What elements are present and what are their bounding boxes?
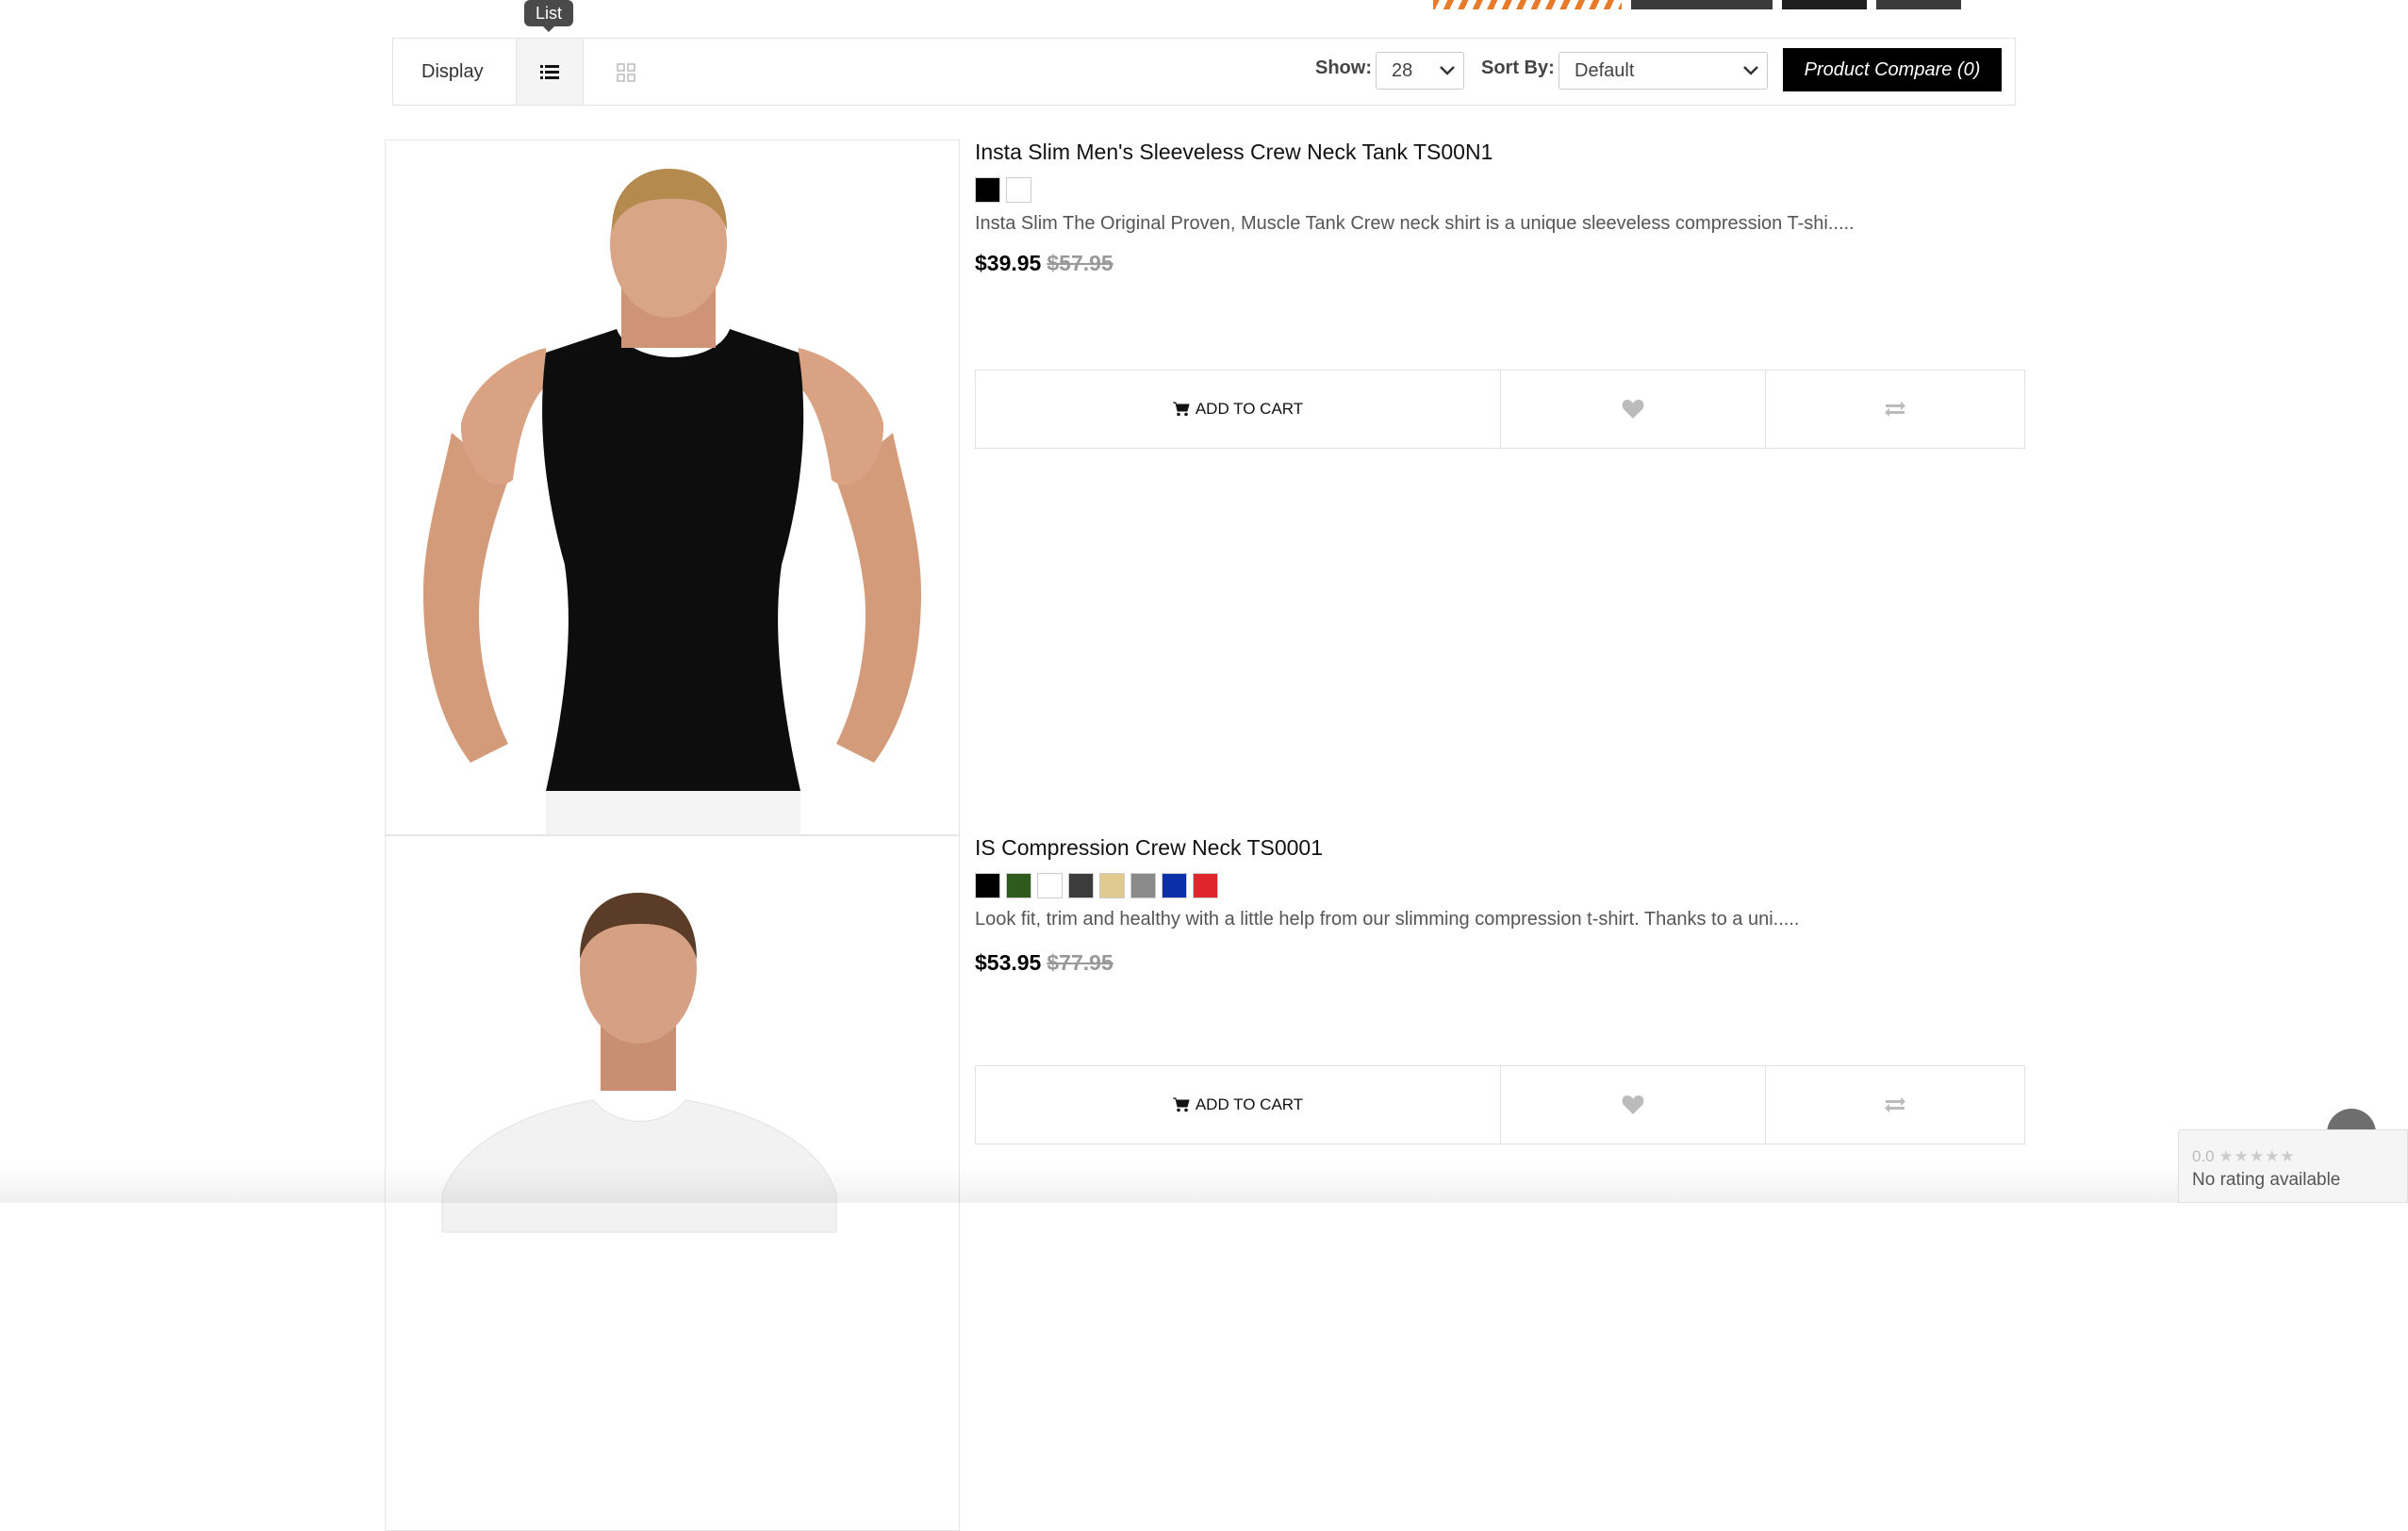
divider xyxy=(583,39,584,105)
color-swatch-red[interactable] xyxy=(1193,873,1218,898)
list-icon xyxy=(540,65,559,79)
old-price: $77.95 xyxy=(1047,950,1113,975)
current-price: $39.95 xyxy=(975,251,1042,275)
color-swatch-white[interactable] xyxy=(1037,873,1063,898)
color-swatch-grey[interactable] xyxy=(1130,873,1156,898)
compare-icon xyxy=(1885,1097,1905,1112)
heart-icon xyxy=(1622,1095,1644,1114)
product-photo-tank xyxy=(386,140,959,834)
chevron-down-icon xyxy=(1743,66,1758,75)
product-compare-button[interactable]: Product Compare (0) xyxy=(1783,48,2002,91)
sort-by-value: Default xyxy=(1575,60,1635,81)
product-description: Look fit, trim and healthy with a little… xyxy=(975,909,1800,930)
add-to-compare-button[interactable] xyxy=(1766,1066,2024,1144)
color-swatch-beige[interactable] xyxy=(1099,873,1125,898)
color-swatch-blue[interactable] xyxy=(1162,873,1187,898)
rating-widget[interactable]: 0.0 ★★★★★ No rating available xyxy=(2178,1129,2408,1203)
rating-score: 0.0 ★★★★★ xyxy=(2192,1147,2296,1166)
color-swatch-black[interactable] xyxy=(975,177,1000,203)
add-to-cart-button[interactable]: ADD TO CART xyxy=(976,1066,1501,1144)
product-actions: ADD TO CART xyxy=(975,1065,2025,1144)
display-label: Display xyxy=(421,61,484,82)
product-price: $39.95 $57.95 xyxy=(975,251,1113,276)
add-to-cart-label: ADD TO CART xyxy=(1195,400,1304,418)
sort-by-select[interactable]: Default xyxy=(1559,52,1768,90)
banner-image-fragment xyxy=(1631,0,1773,9)
rating-score-value: 0.0 xyxy=(2192,1147,2215,1165)
color-swatch-white[interactable] xyxy=(1006,177,1031,203)
current-price: $53.95 xyxy=(975,950,1042,975)
product-actions: ADD TO CART xyxy=(975,370,2025,449)
banner-stripe-accent xyxy=(1433,0,1622,9)
add-to-compare-button[interactable] xyxy=(1766,370,2024,448)
banner-strip xyxy=(1433,0,1961,9)
banner-image-fragment xyxy=(1876,0,1961,9)
color-swatch-charcoal[interactable] xyxy=(1068,873,1094,898)
grid-icon xyxy=(617,63,635,82)
sort-label: Sort By: xyxy=(1481,58,1555,78)
add-to-wishlist-button[interactable] xyxy=(1501,370,1766,448)
show-label: Show: xyxy=(1315,58,1372,78)
page-bottom-shadow xyxy=(0,1165,2408,1203)
product-title[interactable]: Insta Slim Men's Sleeveless Crew Neck Ta… xyxy=(975,140,1493,165)
product-list-item: IS Compression Crew Neck TS0001 Look fit… xyxy=(385,835,2025,1531)
product-price: $53.95 $77.95 xyxy=(975,950,1113,976)
compare-icon xyxy=(1885,402,1905,417)
color-swatch-green[interactable] xyxy=(1006,873,1031,898)
show-count-value: 28 xyxy=(1392,60,1413,81)
product-title[interactable]: IS Compression Crew Neck TS0001 xyxy=(975,835,1323,861)
list-view-button[interactable] xyxy=(517,39,583,105)
color-swatches xyxy=(975,177,1031,203)
old-price: $57.95 xyxy=(1047,251,1113,275)
product-list-item: Insta Slim Men's Sleeveless Crew Neck Ta… xyxy=(385,140,2025,837)
color-swatches xyxy=(975,873,1218,898)
color-swatch-black[interactable] xyxy=(975,873,1000,898)
star-rating-icon: ★★★★★ xyxy=(2218,1147,2296,1165)
show-count-select[interactable]: 28 xyxy=(1376,52,1464,90)
list-view-tooltip: List xyxy=(524,0,573,32)
add-to-cart-button[interactable]: ADD TO CART xyxy=(976,370,1501,448)
rating-status-text: No rating available xyxy=(2192,1170,2341,1190)
add-to-cart-label: ADD TO CART xyxy=(1195,1095,1304,1113)
listing-toolbar: Display Show: 28 Sort By: Default Produc… xyxy=(392,38,2016,106)
chevron-down-icon xyxy=(1440,66,1455,75)
cart-icon xyxy=(1172,402,1190,417)
grid-view-button[interactable] xyxy=(593,39,659,105)
add-to-wishlist-button[interactable] xyxy=(1501,1066,1766,1144)
banner-image-fragment xyxy=(1782,0,1867,9)
product-image[interactable] xyxy=(385,140,960,835)
heart-icon xyxy=(1622,400,1644,419)
product-description: Insta Slim The Original Proven, Muscle T… xyxy=(975,213,1855,234)
cart-icon xyxy=(1172,1097,1190,1112)
